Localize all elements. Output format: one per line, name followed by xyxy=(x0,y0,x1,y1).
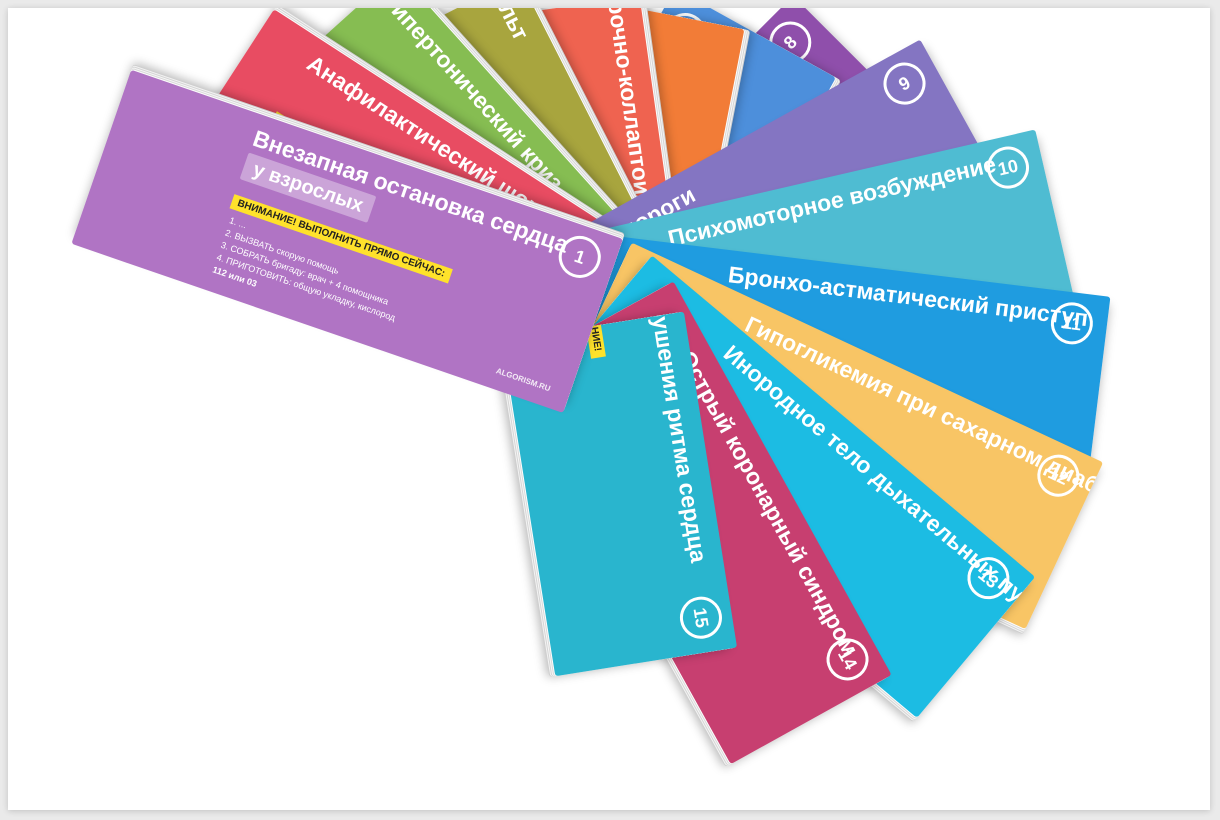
booklet-number: 9 xyxy=(875,55,934,113)
booklet-number: 15 xyxy=(676,593,725,642)
photo-frame: 8Эклампсия7Отёк Квинке6Крапивница5Обморо… xyxy=(8,8,1210,810)
site-label: ALGORISM.RU xyxy=(494,366,552,394)
booklet-fan: 8Эклампсия7Отёк Квинке6Крапивница5Обморо… xyxy=(8,8,1210,810)
